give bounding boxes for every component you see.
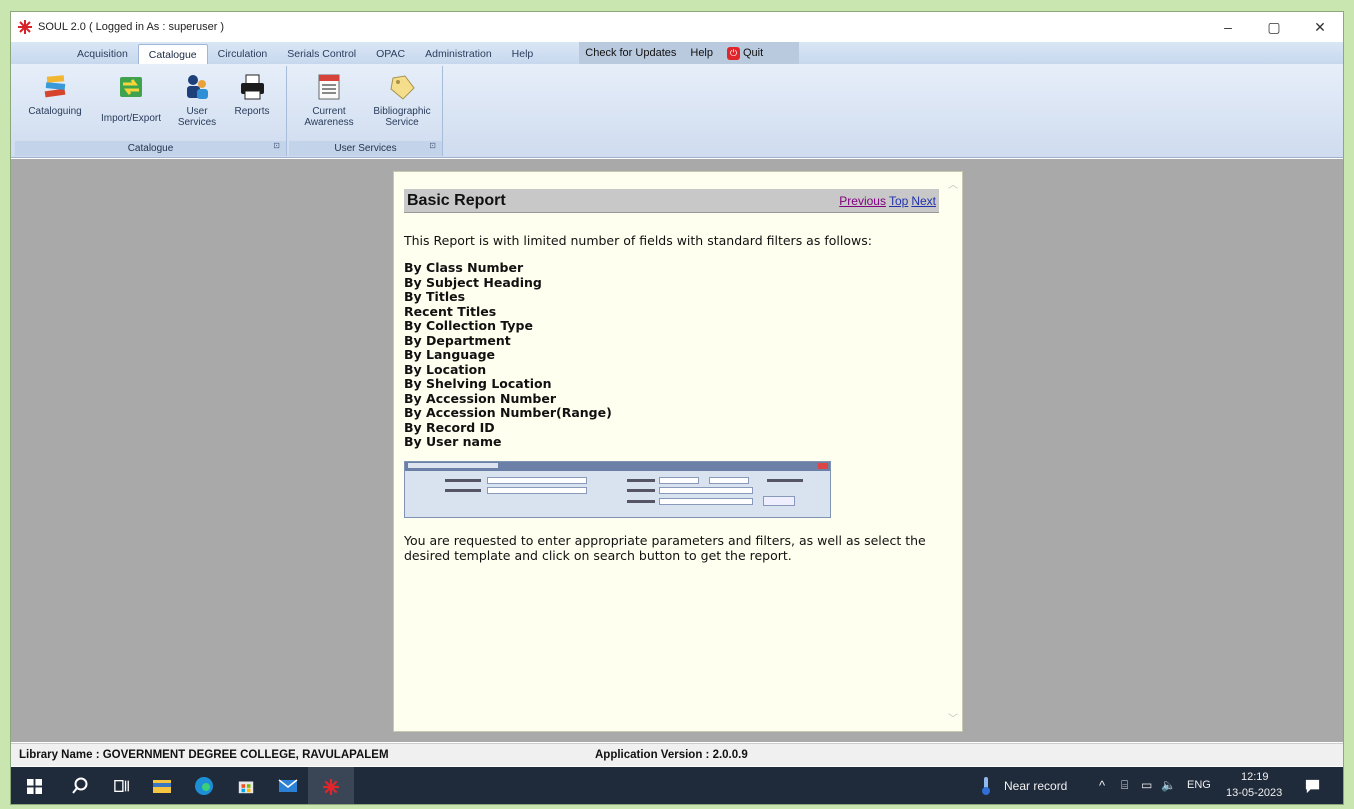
library-name: Library Name : GOVERNMENT DEGREE COLLEGE… <box>19 749 389 761</box>
bibliographic-service-button[interactable]: Bibliographic Service <box>367 72 437 128</box>
speaker-icon[interactable]: 🔈 <box>1161 778 1176 792</box>
workspace: Basic Report Previous Top Next This Report… <box>11 159 1343 742</box>
filter-item: By Record ID <box>404 419 495 435</box>
import-export-label: Import/Export <box>100 113 162 124</box>
tag-icon <box>387 72 417 102</box>
help-button[interactable]: Help <box>690 47 713 59</box>
filter-item: By Language <box>404 347 496 362</box>
edge-browser-icon[interactable] <box>193 775 215 797</box>
printer-icon <box>237 72 267 102</box>
filter-item: By Subject Heading <box>404 274 542 290</box>
doc-header: Basic Report Previous Top Next <box>404 189 939 213</box>
current-awareness-label: Current Awareness <box>304 106 354 128</box>
quit-label: Quit <box>743 47 764 59</box>
reports-label: Reports <box>234 106 270 117</box>
filter-item: By Accession Number <box>404 390 556 406</box>
cataloguing-button[interactable]: Cataloguing <box>21 72 89 117</box>
filter-item: By Shelving Location <box>404 376 552 391</box>
tab-serials-control[interactable]: Serials Control <box>277 44 366 64</box>
app-window: SOUL 2.0 ( Logged in As : superuser ) – … <box>10 11 1344 805</box>
import-export-icon <box>116 72 146 102</box>
tab-opac[interactable]: OPAC <box>366 44 415 64</box>
language-indicator[interactable]: ENG <box>1187 779 1211 791</box>
filter-item: By Accession Number(Range) <box>404 405 612 420</box>
file-explorer-icon[interactable] <box>151 775 173 797</box>
tab-help[interactable]: Help <box>502 44 544 64</box>
group-label-user-services: User Services ⊡ <box>289 141 442 156</box>
weather-text[interactable]: Near record <box>1004 779 1067 793</box>
filter-item: By Class Number <box>404 260 524 275</box>
soul-app-taskbar-icon[interactable] <box>308 767 354 804</box>
filter-item: By Titles <box>404 289 466 304</box>
instructions-text: You are requested to enter appropriate p… <box>404 533 926 563</box>
windows-start-icon[interactable] <box>23 775 45 797</box>
dialog-launcher-icon[interactable]: ⊡ <box>273 138 280 153</box>
cataloguing-label: Cataloguing <box>28 106 82 117</box>
task-view-icon[interactable] <box>111 775 133 797</box>
vertical-scrollbar[interactable]: ︿ ﹀ <box>945 172 962 731</box>
user-services-button[interactable]: User Services <box>175 72 219 128</box>
tab-catalogue[interactable]: Catalogue <box>137 44 208 64</box>
reports-button[interactable]: Reports <box>227 72 277 117</box>
tab-circulation[interactable]: Circulation <box>208 44 278 64</box>
doc-title: Basic Report <box>407 191 506 209</box>
window-title: SOUL 2.0 ( Logged in As : superuser ) <box>38 21 225 33</box>
maximize-button[interactable]: ▢ <box>1251 12 1297 42</box>
scroll-up-icon[interactable]: ︿ <box>948 176 958 191</box>
clock-time[interactable]: 12:19 <box>1241 771 1269 783</box>
tab-administration[interactable]: Administration <box>415 44 502 64</box>
books-icon <box>40 72 70 102</box>
soul-logo-icon <box>17 19 33 35</box>
filter-item: By Collection Type <box>404 318 533 333</box>
help-document: Basic Report Previous Top Next This Report… <box>393 171 963 732</box>
report-screenshot-thumbnail <box>404 461 831 518</box>
quick-commands: Check for Updates Help ⏻ Quit <box>579 42 800 64</box>
current-awareness-button[interactable]: Current Awareness <box>295 72 363 128</box>
newspaper-icon <box>314 72 344 102</box>
bibliographic-service-label: Bibliographic Service <box>373 106 431 128</box>
clock-date[interactable]: 13-05-2023 <box>1226 787 1282 799</box>
dialog-launcher-icon[interactable]: ⊡ <box>429 138 436 153</box>
power-icon: ⏻ <box>727 46 740 60</box>
title-bar: SOUL 2.0 ( Logged in As : superuser ) – … <box>11 12 1343 42</box>
status-bar: Library Name : GOVERNMENT DEGREE COLLEGE… <box>11 743 1343 766</box>
filter-item: By User name <box>404 434 502 449</box>
application-version: Application Version : 2.0.0.9 <box>595 749 748 761</box>
catalogue-group-text: Catalogue <box>127 143 174 154</box>
store-icon[interactable] <box>235 775 257 797</box>
filter-item: Recent Titles <box>404 303 497 319</box>
top-link[interactable]: Top <box>889 194 908 208</box>
intro-text: This Report is with limited number of fi… <box>404 233 872 248</box>
previous-link[interactable]: Previous <box>839 194 886 208</box>
search-icon[interactable] <box>69 775 91 797</box>
ribbon-group-user-services: Current Awareness Bibliographic Service … <box>289 66 443 156</box>
close-button[interactable]: ✕ <box>1297 12 1343 42</box>
chevron-up-icon[interactable]: ^ <box>1099 778 1105 793</box>
menu-bar: Acquisition Catalogue Circulation Serial… <box>11 42 1343 64</box>
minimize-button[interactable]: – <box>1205 12 1251 42</box>
filter-item: By Location <box>404 361 487 377</box>
filter-item: By Department <box>404 332 511 348</box>
ribbon-group-catalogue: Cataloguing Import/Export User Services … <box>15 66 287 156</box>
ribbon: Cataloguing Import/Export User Services … <box>11 64 1343 158</box>
windows-taskbar: Near record ^ ⌸ ▭ 🔈 ENG 12:19 13-05-2023 <box>11 767 1343 804</box>
tab-acquisition[interactable]: Acquisition <box>67 44 138 64</box>
users-icon <box>182 72 212 102</box>
check-updates-button[interactable]: Check for Updates <box>585 47 676 59</box>
user-services-group-text: User Services <box>334 143 397 154</box>
group-label-catalogue: Catalogue ⊡ <box>15 141 286 156</box>
next-link[interactable]: Next <box>911 194 936 208</box>
doc-nav: Previous Top Next <box>836 194 936 208</box>
filter-list: By Class Number By Subject Heading By Ti… <box>404 260 612 450</box>
mail-icon[interactable] <box>277 775 299 797</box>
notification-icon[interactable] <box>1301 775 1323 797</box>
network-icon[interactable]: ⌸ <box>1121 778 1128 793</box>
display-icon[interactable]: ▭ <box>1141 778 1152 792</box>
user-services-label: User Services <box>177 106 217 128</box>
import-export-button[interactable]: Import/Export <box>95 72 167 124</box>
thermometer-icon <box>975 775 997 797</box>
scroll-down-icon[interactable]: ﹀ <box>948 710 958 725</box>
quit-button[interactable]: ⏻ Quit <box>727 46 764 60</box>
